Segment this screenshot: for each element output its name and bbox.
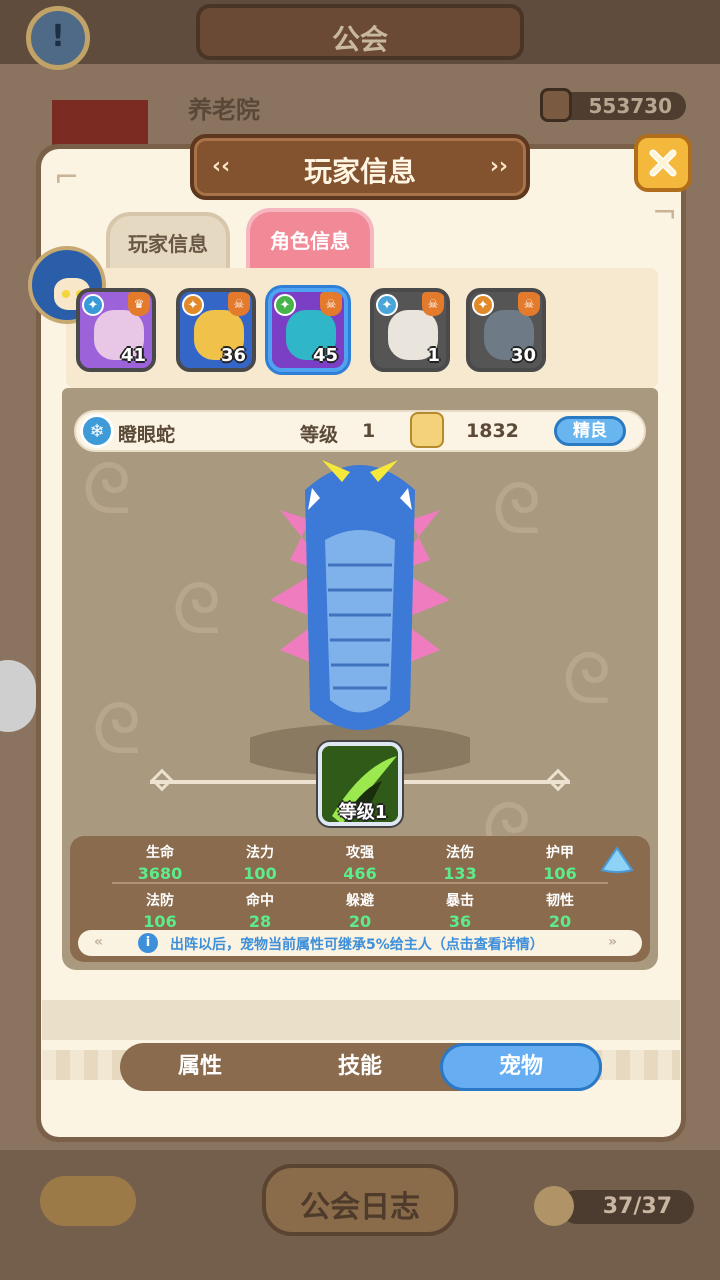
element-icon: ✦: [472, 294, 494, 316]
stat-value: 106: [143, 912, 177, 931]
stat-value: 466: [343, 864, 377, 883]
stat-cell: 法力 100: [210, 842, 310, 883]
role-level: 45: [312, 345, 338, 366]
stat-name: 攻强: [346, 845, 374, 861]
stat-value: 20: [548, 912, 572, 931]
skull-icon: ☠: [518, 292, 540, 316]
skull-icon: ☠: [320, 292, 342, 316]
tab-skills[interactable]: 技能: [280, 1043, 440, 1091]
stat-name: 法伤: [446, 845, 474, 861]
stat-value: 100: [243, 864, 277, 883]
stat-cell: 韧性 20: [510, 890, 610, 931]
info-icon: i: [138, 933, 158, 953]
element-icon: ✦: [274, 294, 296, 316]
role-card[interactable]: ✦ ☠ 45: [268, 288, 348, 372]
role-level: 36: [220, 345, 246, 366]
modal-title-plate: ‹‹ 玩家信息 ››: [190, 134, 530, 200]
stat-name: 护甲: [546, 845, 574, 861]
guild-name: 养老院: [188, 96, 260, 124]
stat-cell: 法防 106: [110, 890, 210, 931]
stat-cell: 攻强 466: [310, 842, 410, 883]
pet-power: 1832: [466, 420, 519, 442]
role-card[interactable]: ✦ ☠ 30: [466, 288, 546, 372]
tip-left-arrow-icon: «: [94, 934, 104, 950]
pet-name: 瞪眼蛇: [118, 424, 176, 446]
guild-log-label: 公会日志: [300, 1190, 420, 1225]
stat-name: 生命: [146, 845, 174, 861]
role-card[interactable]: ✦ ☠ 36: [176, 288, 256, 372]
swirl-pattern-icon: ᘓ: [92, 688, 142, 770]
role-level: 30: [510, 345, 536, 366]
guild-score-icon: [540, 88, 572, 122]
stat-name: 法防: [146, 893, 174, 909]
swirl-right-icon: ››: [489, 154, 508, 179]
stat-cell: 法伤 133: [410, 842, 510, 883]
member-icon: [534, 1186, 574, 1226]
stat-name: 躲避: [346, 893, 374, 909]
skull-icon: ☠: [422, 292, 444, 316]
element-icon: ✦: [182, 294, 204, 316]
tab-attributes[interactable]: 属性: [120, 1043, 280, 1091]
swirl-pattern-icon: ᘓ: [172, 568, 222, 650]
pet-quality-badge: 精良: [554, 416, 626, 446]
swirl-pattern-icon: ᘓ: [82, 448, 132, 530]
role-card[interactable]: ✦ ☠ 1: [370, 288, 450, 372]
pet-level: 1: [362, 420, 376, 442]
tip-right-arrow-icon: »: [608, 934, 618, 950]
stat-value: 3680: [137, 864, 183, 883]
pet-serpent-model: [250, 460, 470, 776]
close-button[interactable]: [634, 134, 692, 192]
stat-cell: 命中 28: [210, 890, 310, 931]
alert-icon[interactable]: !: [26, 6, 90, 70]
close-icon: [649, 149, 677, 177]
role-card[interactable]: ✦ ♛ 41: [76, 288, 156, 372]
stat-name: 暴击: [446, 893, 474, 909]
member-count: 37/37: [560, 1190, 694, 1224]
swirl-pattern-icon: ᘓ: [562, 638, 612, 720]
corner-ornament-icon: ¬: [652, 196, 678, 231]
expand-triangle-icon[interactable]: [600, 846, 634, 874]
stat-value: 28: [248, 912, 272, 931]
stat-value: 133: [443, 864, 477, 883]
snowflake-icon: ❄: [80, 414, 114, 448]
stat-cell: 护甲 106: [510, 842, 610, 883]
stat-cell: 暴击 36: [410, 890, 510, 931]
stat-name: 韧性: [546, 893, 574, 909]
stat-value: 36: [448, 912, 472, 931]
guild-title: 公会: [331, 23, 388, 56]
element-icon: ✦: [82, 294, 104, 316]
role-level: 1: [427, 345, 440, 366]
corner-ornament-icon: ⌐: [54, 160, 80, 195]
stat-name: 命中: [246, 893, 274, 909]
avatar-eye: [62, 290, 70, 298]
skull-icon: ☠: [228, 292, 250, 316]
bottom-decoration: [42, 1000, 680, 1040]
swirl-pattern-icon: ᘓ: [492, 468, 542, 550]
stat-cell: 躲避 20: [310, 890, 410, 931]
stat-value: 20: [348, 912, 372, 931]
tab-player-info[interactable]: 玩家信息: [106, 212, 230, 268]
guild-log-button[interactable]: 公会日志: [262, 1164, 458, 1236]
helmet-power-icon: [410, 412, 444, 448]
fish-bone-icon[interactable]: [40, 1176, 136, 1226]
guild-title-plate: 公会: [196, 4, 524, 60]
pet-level-label: 等级: [300, 424, 339, 446]
stat-value: 106: [543, 864, 577, 883]
inherit-tip-text[interactable]: 出阵以后，宠物当前属性可继承5%给主人（点击查看详情）: [170, 934, 544, 954]
stat-name: 法力: [246, 845, 274, 861]
skill-level-label: 等级1: [338, 802, 388, 823]
tab-pet[interactable]: 宠物: [440, 1043, 602, 1091]
stat-divider: [112, 882, 608, 884]
crown-icon: ♛: [128, 292, 150, 316]
modal-title: 玩家信息: [303, 155, 416, 188]
stat-cell: 生命 3680: [110, 842, 210, 883]
tab-role-info[interactable]: 角色信息: [246, 208, 374, 268]
role-level: 41: [120, 345, 146, 366]
element-icon: ✦: [376, 294, 398, 316]
